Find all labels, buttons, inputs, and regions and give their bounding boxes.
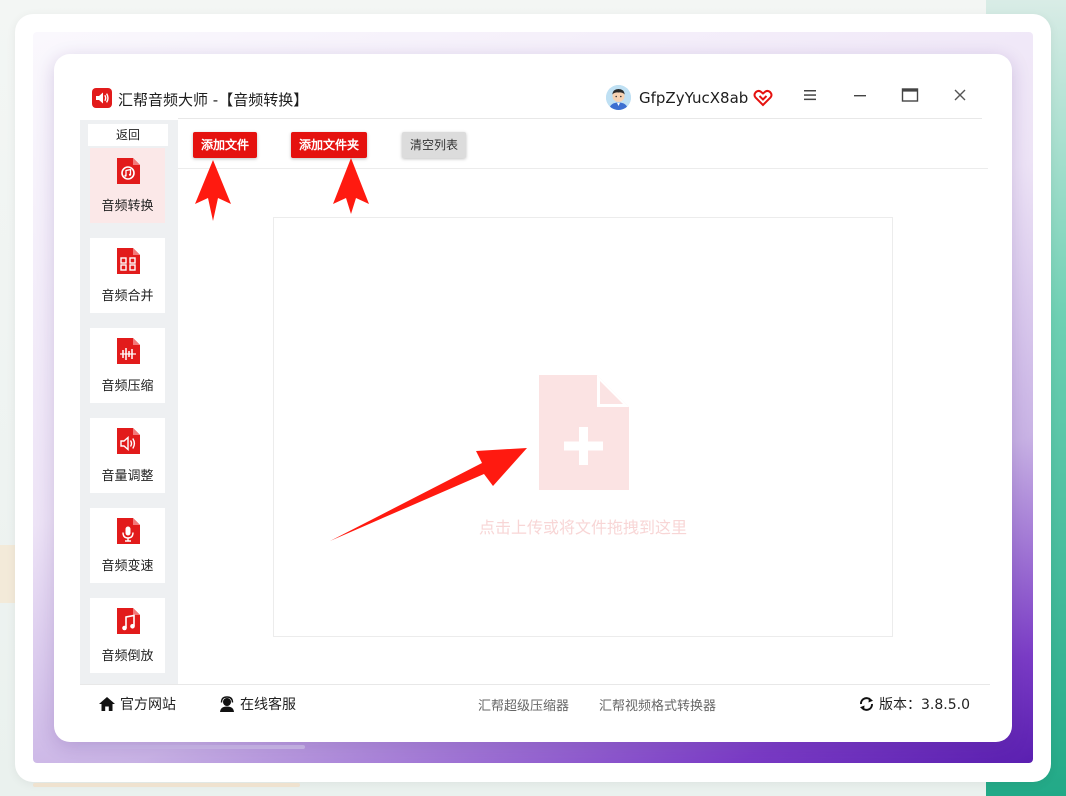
online-support-label: 在线客服 — [240, 697, 296, 713]
title-bar: 汇帮音频大师 -【音频转换】 GfpZyYucX8ab — [54, 54, 1012, 120]
add-file-button[interactable]: 添加文件 — [193, 132, 258, 158]
avatar[interactable] — [606, 85, 631, 110]
volume-adjust-icon — [115, 427, 141, 455]
decor-line-purple — [78, 745, 305, 749]
menu-icon[interactable] — [802, 87, 818, 107]
official-site-link[interactable]: 官方网站 — [98, 694, 176, 714]
microphone-icon — [115, 517, 141, 545]
music-note-icon — [115, 607, 141, 635]
clear-list-button[interactable]: 清空列表 — [402, 132, 467, 158]
close-icon[interactable] — [952, 87, 968, 107]
sidebar-item-volume-adjust[interactable]: 音量调整 — [90, 418, 165, 493]
audio-merge-icon — [115, 247, 141, 275]
sidebar-item-label: 音频转换 — [101, 199, 154, 214]
audio-convert-icon — [115, 157, 141, 185]
decor-line-beige — [33, 783, 300, 787]
add-file-icon — [539, 375, 629, 494]
official-site-label: 官方网站 — [120, 697, 176, 713]
super-compressor-link[interactable]: 汇帮超级压缩器 — [478, 695, 569, 714]
sidebar-item-label: 音频变速 — [101, 559, 154, 574]
username[interactable]: GfpZyYucX8ab — [639, 89, 748, 107]
page-name: -【音频转换】 — [208, 91, 309, 109]
app-window: 汇帮音频大师 -【音频转换】 GfpZyYucX8ab 返回 音频转换 音频合并… — [54, 54, 1012, 742]
footer-divider — [80, 684, 990, 685]
minimize-icon[interactable] — [852, 87, 868, 107]
sidebar-item-label: 音频合并 — [101, 289, 154, 304]
sidebar-item-audio-reverse[interactable]: 音频倒放 — [90, 598, 165, 673]
title-divider — [178, 118, 982, 119]
file-drop-zone[interactable]: 点击上传或将文件拖拽到这里 — [273, 217, 893, 637]
back-button[interactable]: 返回 — [88, 124, 168, 146]
maximize-icon[interactable] — [901, 87, 919, 107]
sidebar-item-label: 音频压缩 — [101, 379, 154, 394]
sidebar-item-label: 音频倒放 — [101, 649, 154, 664]
sidebar-item-audio-compress[interactable]: 音频压缩 — [90, 328, 165, 403]
customer-service-icon — [220, 696, 234, 712]
sidebar: 返回 音频转换 音频合并 音频压缩 音量调整 音频变速 音频倒放 — [80, 120, 178, 684]
video-converter-link[interactable]: 汇帮视频格式转换器 — [599, 695, 716, 714]
drop-hint: 点击上传或将文件拖拽到这里 — [478, 518, 687, 537]
sidebar-item-audio-convert[interactable]: 音频转换 — [90, 148, 165, 223]
add-folder-button[interactable]: 添加文件夹 — [291, 132, 368, 158]
sidebar-item-audio-merge[interactable]: 音频合并 — [90, 238, 165, 313]
app-logo-icon — [92, 88, 112, 108]
app-name: 汇帮音频大师 — [118, 91, 209, 109]
online-support-link[interactable]: 在线客服 — [218, 694, 296, 714]
version-info[interactable]: 版本：3.8.5.0 — [858, 694, 970, 714]
sidebar-item-audio-speed[interactable]: 音频变速 — [90, 508, 165, 583]
audio-compress-icon — [115, 337, 141, 365]
refresh-icon — [860, 697, 873, 711]
toolbar-divider — [178, 168, 988, 169]
home-icon — [99, 697, 115, 711]
version-label: 版本：3.8.5.0 — [879, 697, 970, 713]
window-title: 汇帮音频大师 -【音频转换】 — [118, 89, 308, 110]
vip-heart-icon[interactable] — [753, 88, 773, 112]
sidebar-item-label: 音量调整 — [101, 469, 154, 484]
